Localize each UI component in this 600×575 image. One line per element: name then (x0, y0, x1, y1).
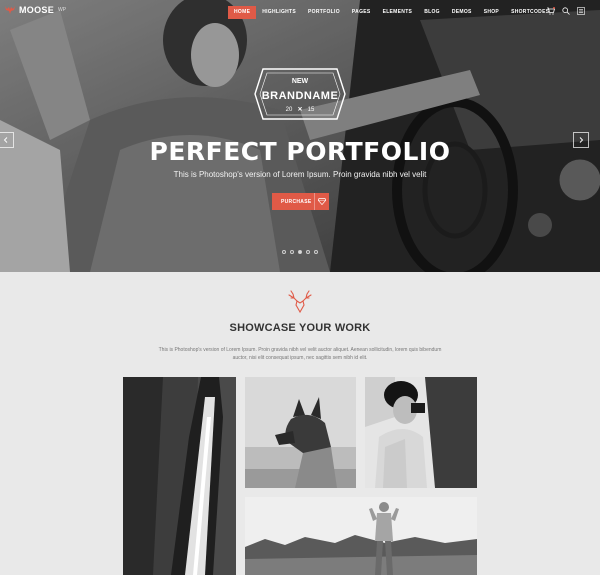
menu-item-pages[interactable]: PAGES (346, 6, 377, 19)
showcase-title: SHOWCASE YOUR WORK (229, 322, 371, 334)
menu-item-demos[interactable]: DEMOS (446, 6, 478, 19)
hero-overlay (0, 0, 600, 272)
hero-title: PERFECT PORTFOLIO (149, 137, 451, 166)
menu-icon[interactable] (576, 6, 585, 15)
waterfall-photo[interactable] (123, 377, 236, 575)
menu-item-shop[interactable]: SHOP (478, 6, 505, 19)
menu-item-elements[interactable]: ELEMENTS (377, 6, 419, 19)
hero-slider: MOOSE WP HOME HIGHLIGHTS PORTFOLIO PAGES… (0, 0, 600, 272)
deer-antlers-icon (288, 290, 312, 314)
slider-dot[interactable] (314, 250, 318, 254)
diamond-icon (314, 193, 329, 210)
menu-item-home[interactable]: HOME (228, 6, 257, 19)
logo-text: MOOSE (19, 5, 55, 15)
showcase-text-line-1: This is Photoshop's version of Lorem Ips… (158, 347, 442, 353)
logo-tm: WP (58, 7, 67, 13)
badge-top-text: NEW (292, 78, 309, 85)
purchase-label: PURCHASE (281, 198, 312, 205)
person-field-photo[interactable] (245, 497, 477, 575)
badge-main-text: BRANDNAME (262, 90, 339, 102)
showcase-text: This is Photoshop's version of Lorem Ips… (140, 346, 460, 362)
slider-next-button[interactable] (573, 132, 589, 148)
dog-photo[interactable] (245, 377, 356, 488)
slider-dot-active[interactable] (298, 250, 302, 254)
main-menu: HOME HIGHLIGHTS PORTFOLIO PAGES ELEMENTS… (228, 6, 555, 19)
moose-logo-icon (5, 6, 15, 14)
cart-icon[interactable] (546, 6, 555, 15)
chevron-right-icon (579, 137, 584, 143)
chevron-left-icon (3, 137, 8, 143)
badge-year-left: 20 (286, 107, 293, 113)
slider-prev-button[interactable] (0, 132, 14, 148)
brandname-badge: NEW BRANDNAME 20 ✕ 15 (254, 68, 346, 120)
page: MOOSE WP HOME HIGHLIGHTS PORTFOLIO PAGES… (0, 0, 600, 575)
slider-dot[interactable] (306, 250, 310, 254)
menu-item-blog[interactable]: BLOG (418, 6, 446, 19)
purchase-button[interactable]: PURCHASE (272, 193, 329, 210)
slider-dot[interactable] (290, 250, 294, 254)
slider-dot[interactable] (282, 250, 286, 254)
search-icon[interactable] (561, 6, 570, 15)
menu-item-portfolio[interactable]: PORTFOLIO (302, 6, 346, 19)
woman-camera-photo[interactable] (365, 377, 477, 488)
showcase-text-line-2: auctor, nisi elit consequat ipsum, nec s… (232, 355, 368, 361)
top-navigation: MOOSE WP HOME HIGHLIGHTS PORTFOLIO PAGES… (0, 0, 600, 24)
menu-item-highlights[interactable]: HIGHLIGHTS (256, 6, 302, 19)
nav-icons (546, 6, 585, 15)
svg-text:✕: ✕ (297, 106, 302, 113)
hero-subtitle: This is Photoshop's version of Lorem Ips… (173, 170, 427, 179)
site-logo[interactable]: MOOSE WP (4, 5, 66, 15)
slider-dots (282, 250, 318, 254)
badge-year-right: 15 (308, 107, 315, 113)
